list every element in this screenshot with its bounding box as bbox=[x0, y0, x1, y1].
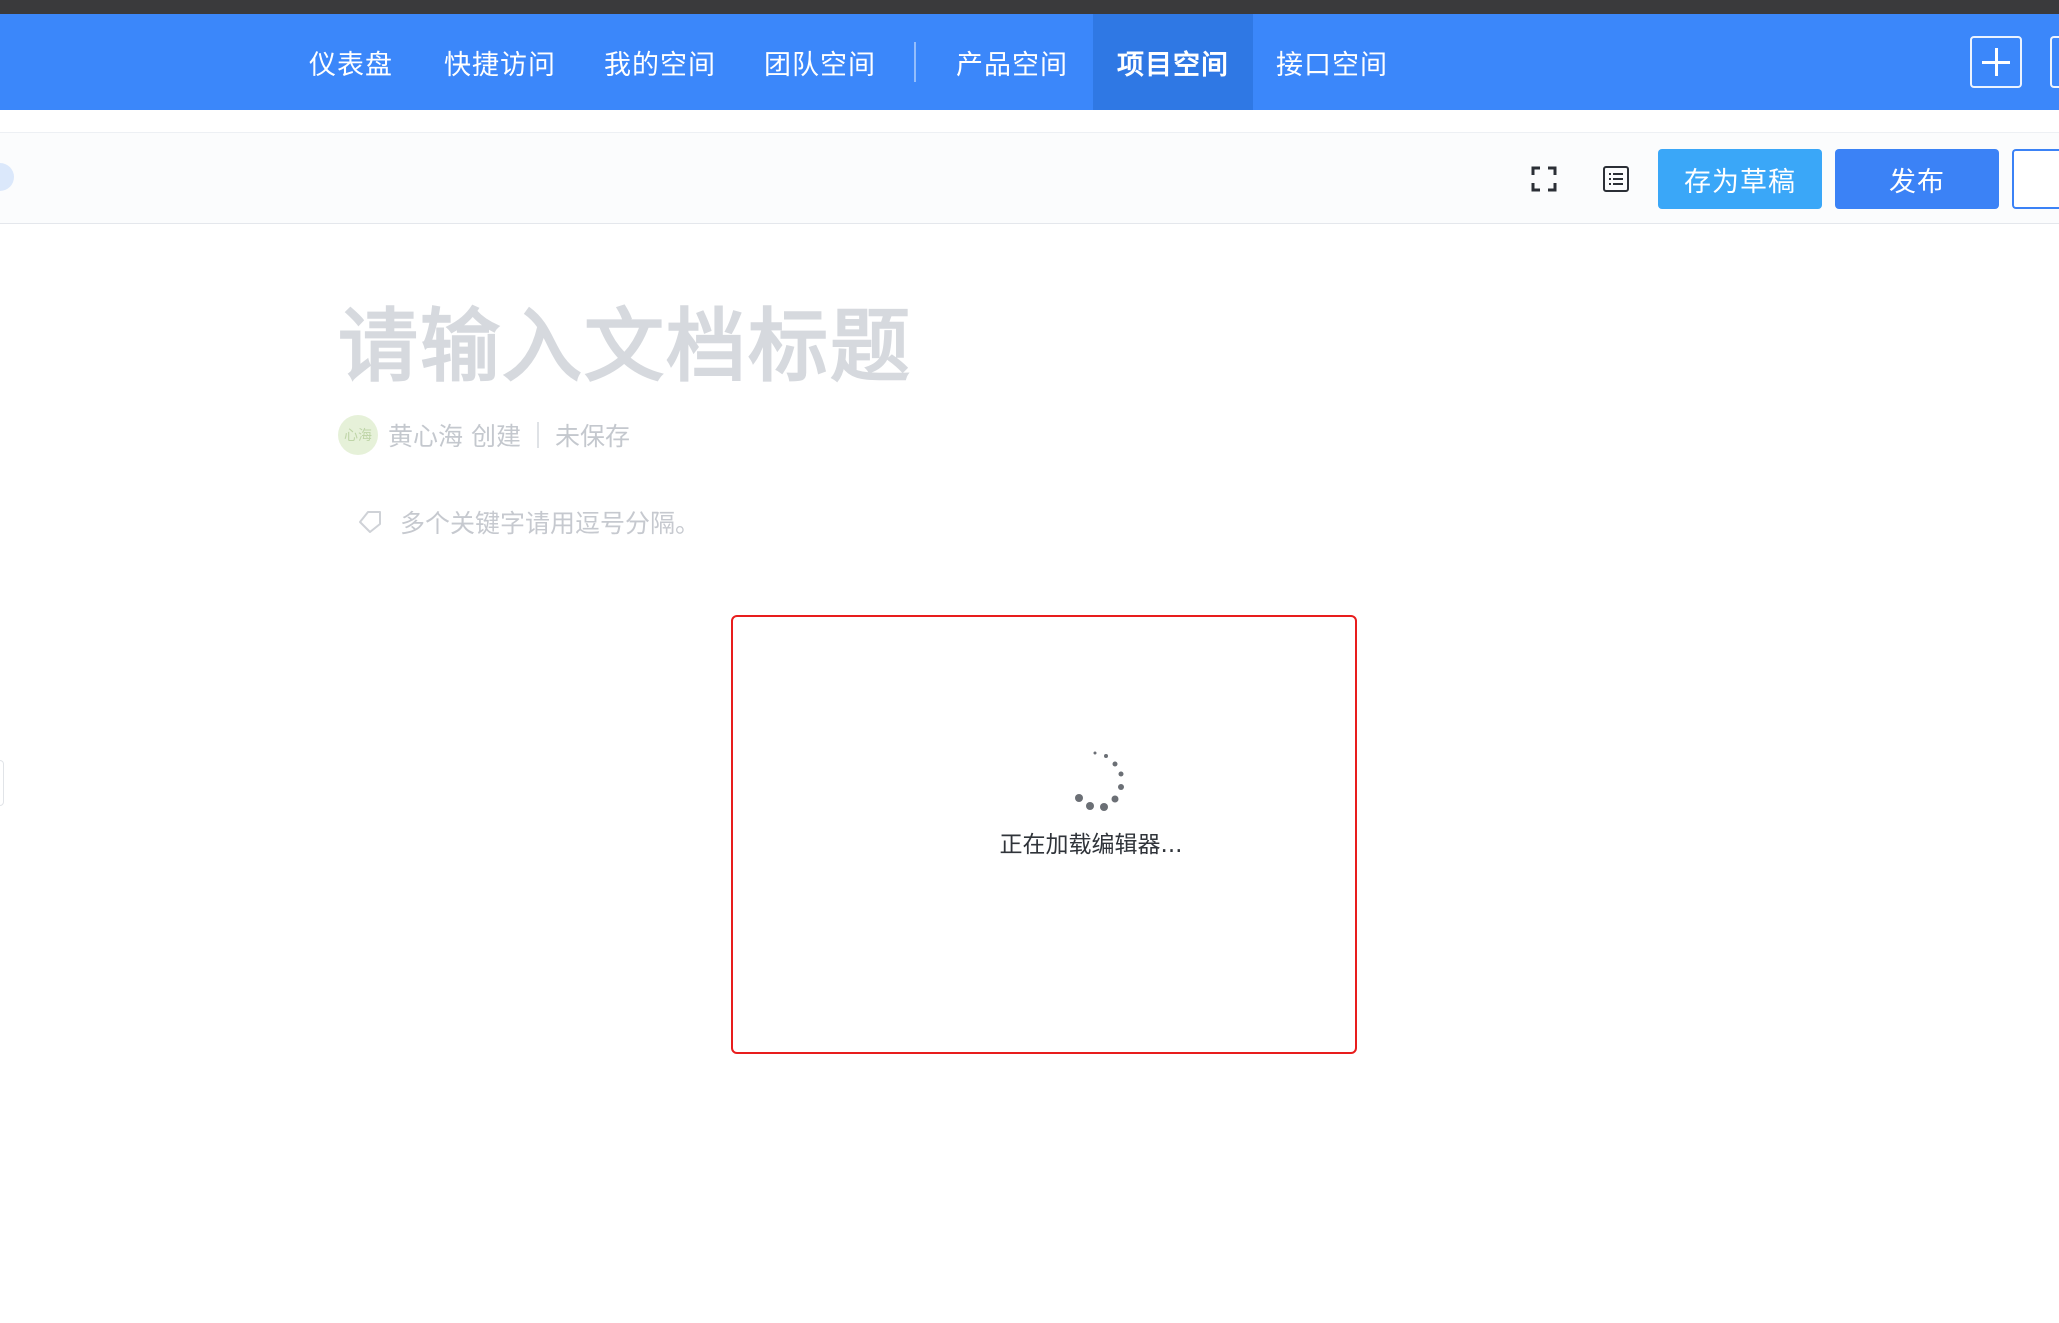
tag-icon bbox=[356, 508, 384, 536]
outline-icon bbox=[1603, 166, 1629, 192]
nav-item-dashboard[interactable]: 仪表盘 bbox=[296, 14, 406, 110]
author-name: 黄心海 bbox=[388, 422, 464, 451]
nav-item-api-space[interactable]: 接口空间 bbox=[1262, 14, 1402, 110]
add-button[interactable] bbox=[1970, 36, 2022, 88]
sidebar-toggle[interactable] bbox=[0, 760, 4, 806]
tags-placeholder: 多个关键字请用逗号分隔。 bbox=[400, 509, 701, 538]
more-options-button[interactable] bbox=[2012, 149, 2059, 209]
fullscreen-icon bbox=[1531, 166, 1557, 192]
loading-spinner-icon bbox=[1075, 751, 1124, 811]
document-title-input[interactable]: 请输入文档标题 bbox=[338, 282, 912, 398]
tags-input[interactable]: 多个关键字请用逗号分隔。 bbox=[356, 502, 700, 542]
nav-item-team-space[interactable]: 团队空间 bbox=[750, 14, 890, 110]
nav-divider bbox=[914, 42, 916, 82]
nav-item-project-space[interactable]: 项目空间 bbox=[1093, 14, 1253, 110]
save-status: 未保存 bbox=[555, 422, 631, 451]
save-draft-button[interactable]: 存为草稿 bbox=[1658, 149, 1822, 209]
nav-item-product-space[interactable]: 产品空间 bbox=[942, 14, 1082, 110]
editor-container: 正在加载编辑器... bbox=[731, 615, 1357, 1054]
meta-divider bbox=[537, 422, 540, 448]
publish-button[interactable]: 发布 bbox=[1835, 149, 1999, 209]
outline-button[interactable] bbox=[1598, 161, 1634, 197]
avatar: 心海 bbox=[338, 415, 378, 455]
loading-text: 正在加载编辑器... bbox=[999, 832, 1183, 858]
top-navbar: 仪表盘 快捷访问 我的空间 团队空间 产品空间 项目空间 接口空间 bbox=[0, 14, 2059, 110]
nav-item-quick-access[interactable]: 快捷访问 bbox=[430, 14, 570, 110]
nav-overflow-button[interactable] bbox=[2050, 36, 2059, 88]
collapsed-sidebar-chip[interactable] bbox=[0, 163, 14, 191]
window-top-strip bbox=[0, 0, 2059, 14]
nav-item-my-space[interactable]: 我的空间 bbox=[590, 14, 730, 110]
created-label: 创建 bbox=[471, 422, 522, 451]
document-meta: 心海 黄心海 创建 未保存 bbox=[338, 414, 630, 456]
fullscreen-button[interactable] bbox=[1526, 161, 1562, 197]
editor-toolbar: 存为草稿 发布 bbox=[0, 132, 2059, 224]
